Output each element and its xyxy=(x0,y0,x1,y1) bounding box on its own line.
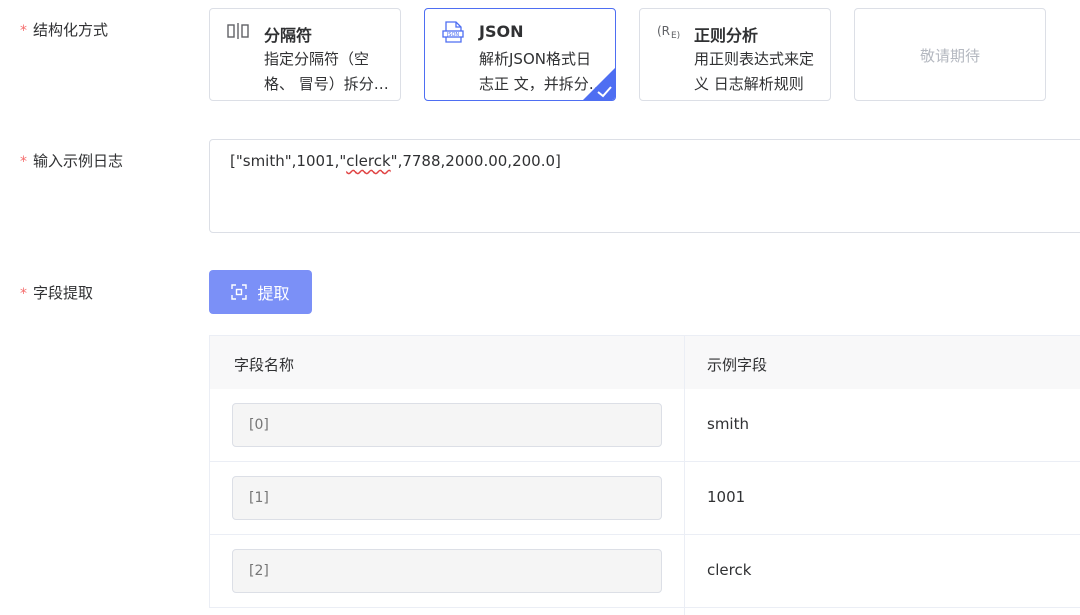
sample-log-text: ["smith",1001,"clerck",7788,2000.00,200.… xyxy=(230,152,561,170)
field-extract-label: * 字段提取 xyxy=(20,284,94,302)
spellcheck-flagged-word: clerck xyxy=(346,152,391,170)
svg-text:JSON: JSON xyxy=(446,32,460,38)
sample-log-label: * 输入示例日志 xyxy=(20,152,124,170)
extract-button-label: 提取 xyxy=(257,284,290,303)
structure-method-label: * 结构化方式 xyxy=(20,21,109,39)
option-card-delimiter[interactable]: 分隔符 指定分隔符（空格、 冒号）拆分日志 xyxy=(209,8,401,101)
extract-button[interactable]: 提取 xyxy=(209,270,312,314)
field-name-input[interactable] xyxy=(232,403,662,447)
field-name-input[interactable] xyxy=(232,476,662,520)
sample-value: 1001 xyxy=(707,488,746,506)
svg-text:(R: (R xyxy=(657,24,670,38)
table-header: 字段名称 示例字段 xyxy=(209,335,1080,389)
option-description: 用正则表达式来定义 日志解析规则 xyxy=(694,50,815,93)
option-card-regex[interactable]: (R E) 正则分析 用正则表达式来定义 日志解析规则 xyxy=(639,8,831,101)
coming-soon-text: 敬请期待 xyxy=(919,47,980,65)
scan-icon xyxy=(231,284,248,300)
sample-value: smith xyxy=(707,415,749,433)
option-title: 正则分析 xyxy=(694,26,759,45)
delimiter-icon xyxy=(226,21,250,41)
column-header-field-name: 字段名称 xyxy=(234,356,295,374)
option-title: JSON xyxy=(479,22,524,41)
svg-text:E): E) xyxy=(671,31,680,41)
option-title: 分隔符 xyxy=(264,26,313,45)
option-card-coming-soon: 敬请期待 xyxy=(854,8,1046,101)
regex-icon: (R E) xyxy=(656,21,680,41)
selected-check-icon xyxy=(583,68,615,100)
sample-log-textarea[interactable]: ["smith",1001,"clerck",7788,2000.00,200.… xyxy=(209,139,1080,233)
column-divider xyxy=(684,335,685,615)
sample-value: clerck xyxy=(707,561,752,579)
column-header-sample-field: 示例字段 xyxy=(707,356,768,374)
field-name-input[interactable] xyxy=(232,549,662,593)
fields-table: 字段名称 示例字段 smith 1001 clerck xyxy=(209,335,1080,615)
option-card-json[interactable]: JSON JSON 解析JSON格式日志正 文，并拆分字段 xyxy=(424,8,616,101)
table-row: 1001 xyxy=(209,462,1080,535)
option-description: 指定分隔符（空格、 冒号）拆分日志 xyxy=(264,50,389,93)
json-file-icon: JSON xyxy=(441,21,465,43)
table-row: clerck xyxy=(209,535,1080,608)
table-row: smith xyxy=(209,389,1080,462)
